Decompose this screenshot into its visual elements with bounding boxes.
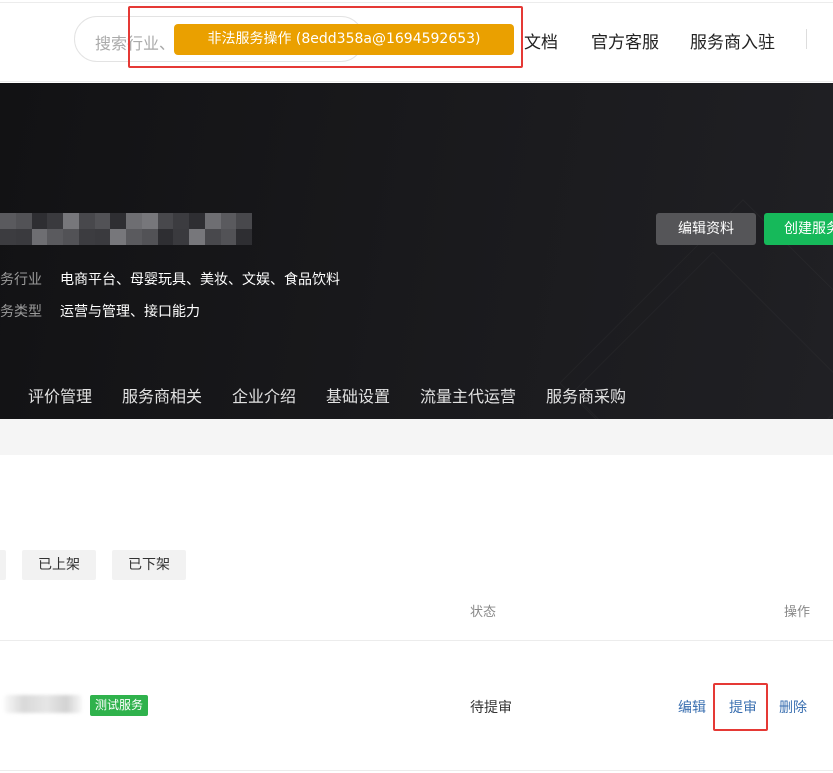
mosaic-cell: [204, 229, 221, 245]
nav-link-customer-service[interactable]: 官方客服: [591, 28, 659, 53]
tab-reviews[interactable]: 评价管理: [28, 383, 92, 407]
mosaic-cell: [220, 213, 237, 229]
edit-link[interactable]: 编辑: [678, 697, 706, 717]
nav-link-docs[interactable]: 文档: [524, 28, 558, 53]
mosaic-cell: [110, 229, 126, 245]
top-header: 搜索行业、 非法服务操作 (8edd358a@1694592653) 文档 官方…: [0, 0, 833, 82]
service-type-row: 务类型 运营与管理、接口能力: [0, 301, 200, 321]
mosaic-cell: [47, 229, 63, 245]
section-gap: [0, 419, 833, 455]
mosaic-cell: [189, 213, 205, 229]
create-service-button[interactable]: 创建服务: [764, 213, 833, 245]
filter-listed[interactable]: 已上架: [22, 550, 96, 580]
mosaic-cell: [126, 213, 142, 229]
mosaic-cell: [94, 229, 111, 245]
mosaic-cell: [15, 229, 32, 245]
mosaic-cell: [78, 213, 95, 229]
test-service-badge: 测试服务: [90, 695, 149, 716]
tab-procurement[interactable]: 服务商采购: [546, 383, 626, 407]
mosaic-cell: [157, 229, 174, 245]
industry-value: 电商平台、母婴玩具、美妆、文娱、食品饮料: [60, 272, 340, 288]
tab-traffic-operation[interactable]: 流量主代运营: [420, 383, 516, 407]
nav-link-provider-join[interactable]: 服务商入驻: [690, 28, 775, 53]
mosaic-cell: [63, 229, 79, 245]
mosaic-cell: [110, 213, 126, 229]
mosaic-cell: [31, 213, 48, 229]
mosaic-cell: [236, 229, 252, 245]
profile-banner: 务行业 电商平台、母婴玩具、美妆、文娱、食品饮料 务类型 运营与管理、接口能力 编辑…: [0, 83, 833, 419]
mosaic-cell: [94, 213, 111, 229]
column-header-status: 状态: [470, 605, 497, 620]
mosaic-cell: [204, 213, 221, 229]
mosaic-cell: [157, 213, 174, 229]
industry-row: 务行业 电商平台、母婴玩具、美妆、文娱、食品饮料: [0, 269, 340, 289]
top-divider: [0, 2, 833, 3]
tab-company-intro[interactable]: 企业介绍: [232, 383, 296, 407]
mosaic-cell: [141, 213, 158, 229]
mosaic-cell: [78, 229, 95, 245]
tab-provider[interactable]: 服务商相关: [122, 383, 202, 407]
mosaic-cell: [31, 229, 48, 245]
nav-divider: [806, 29, 807, 49]
highlight-box: [713, 683, 768, 731]
industry-label: 务行业: [0, 272, 42, 288]
edit-profile-button[interactable]: 编辑资料: [656, 213, 756, 245]
filter-delisted[interactable]: 已下架: [112, 550, 186, 580]
mosaic-cell: [47, 213, 63, 229]
mosaic-cell: [189, 229, 205, 245]
service-type-label: 务类型: [0, 304, 42, 320]
service-type-value: 运营与管理、接口能力: [60, 304, 200, 320]
tab-basic-settings[interactable]: 基础设置: [326, 383, 390, 407]
mosaic-cell: [63, 213, 79, 229]
blurred-company-name: [0, 213, 252, 245]
highlight-box: [128, 6, 523, 68]
mosaic-cell: [236, 213, 252, 229]
delete-link[interactable]: 删除: [779, 697, 807, 717]
mosaic-cell: [126, 229, 142, 245]
column-header-actions: 操作: [784, 605, 811, 620]
mosaic-cell: [173, 229, 189, 245]
mosaic-cell: [141, 229, 158, 245]
table-divider: [0, 640, 833, 641]
mosaic-cell: [15, 213, 32, 229]
mosaic-cell: [220, 229, 237, 245]
table-divider: [0, 770, 833, 771]
mosaic-cell: [0, 229, 16, 245]
filter-button[interactable]: [0, 550, 6, 580]
status-cell: 待提审: [470, 700, 512, 716]
mosaic-cell: [173, 213, 189, 229]
mosaic-cell: [0, 213, 16, 229]
blurred-service-name: [4, 695, 82, 713]
